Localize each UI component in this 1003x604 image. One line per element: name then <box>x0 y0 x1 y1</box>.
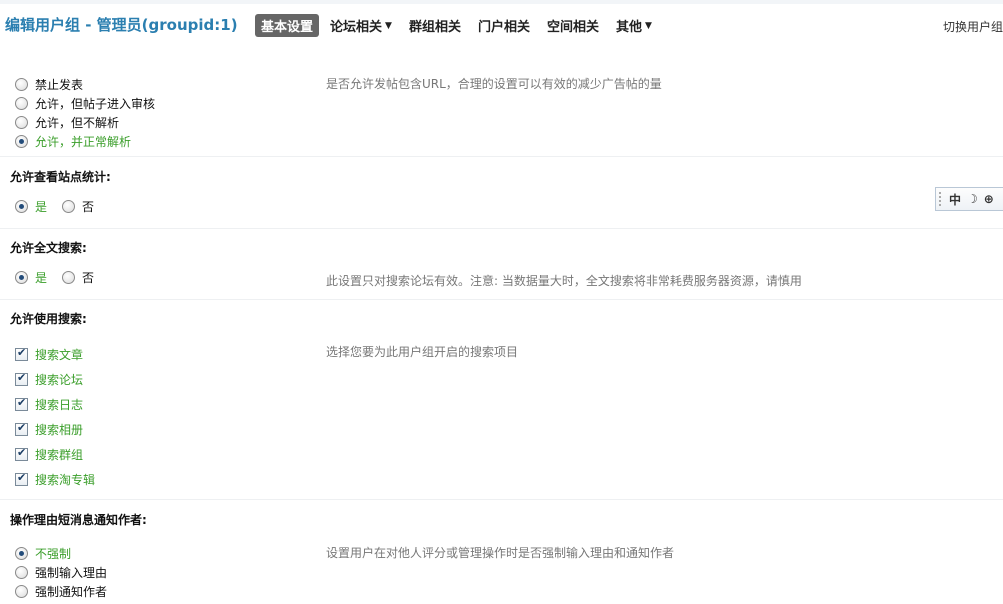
url-post-tip: 是否允许发帖包含URL，合理的设置可以有效的减少广告帖的量 <box>326 77 662 91</box>
option-label: 否 <box>82 199 95 214</box>
option-label: 搜索相册 <box>35 422 84 437</box>
option-label: 搜索群组 <box>35 447 84 462</box>
search-collection-checkbox[interactable]: 搜索淘专辑 <box>15 471 95 487</box>
tab-space[interactable]: 空间相关 <box>541 14 605 37</box>
notify-author-title: 操作理由短消息通知作者: <box>10 513 147 527</box>
radio-option[interactable]: 允许，但帖子进入审核 <box>15 95 155 111</box>
page-title: 编辑用户组 - 管理员(groupid:1) <box>5 16 238 34</box>
search-group-checkbox[interactable]: 搜索群组 <box>15 446 83 462</box>
search-forum-checkbox[interactable]: 搜索论坛 <box>15 371 83 387</box>
fulltext-search-tip: 此设置只对搜索论坛有效。注意: 当数据量大时，全文搜索将非常耗费服务器资源，请慎… <box>326 274 802 288</box>
radio-option[interactable]: 允许，并正常解析 <box>15 133 131 149</box>
search-tip: 选择您要为此用户组开启的搜索项目 <box>326 345 519 359</box>
tab-portal[interactable]: 门户相关 <box>472 14 536 37</box>
checkbox[interactable] <box>15 446 28 461</box>
checkbox[interactable] <box>15 471 28 486</box>
tab-nav: 基本设置 论坛相关 ▼ 群组相关 门户相关 空间相关 其他 ▼ <box>255 14 663 37</box>
option-label: 强制输入理由 <box>35 565 108 580</box>
fulltext-search-no[interactable]: 否 <box>62 269 94 285</box>
tab-label: 其他 <box>616 20 643 35</box>
option-label: 否 <box>82 270 95 285</box>
punctuation-icon[interactable]: ⊕ <box>984 192 994 206</box>
search-title: 允许使用搜索: <box>10 312 87 326</box>
radio-button[interactable] <box>15 546 28 560</box>
notify-option[interactable]: 强制通知作者 <box>15 583 107 599</box>
checkbox[interactable] <box>15 371 28 386</box>
tab-label: 群组相关 <box>408 20 461 35</box>
option-label: 允许，并正常解析 <box>35 134 132 149</box>
ime-mode-icon[interactable]: 中 <box>949 191 961 208</box>
option-label: 搜索文章 <box>35 347 84 362</box>
checkbox[interactable] <box>15 396 28 411</box>
top-header: 编辑用户组 - 管理员(groupid:1) 基本设置 论坛相关 ▼ 群组相关 门… <box>0 0 1003 50</box>
fulltext-search-title: 允许全文搜索: <box>10 241 87 255</box>
view-stats-title: 允许查看站点统计: <box>10 170 111 184</box>
chevron-down-icon: ▼ <box>385 20 392 31</box>
radio-button[interactable] <box>62 199 75 213</box>
option-label: 禁止发表 <box>35 77 84 92</box>
search-album-checkbox[interactable]: 搜索相册 <box>15 421 83 437</box>
switch-group-link[interactable]: 切换用户组 <box>943 18 1003 35</box>
tab-label: 空间相关 <box>546 20 599 35</box>
checkbox[interactable] <box>15 421 28 436</box>
tab-label: 门户相关 <box>477 20 530 35</box>
search-article-checkbox[interactable]: 搜索文章 <box>15 346 83 362</box>
option-label: 搜索日志 <box>35 397 84 412</box>
tab-label: 基本设置 <box>261 20 314 35</box>
divider <box>0 228 1003 229</box>
radio-button[interactable] <box>62 270 75 284</box>
option-label: 强制通知作者 <box>35 584 108 599</box>
view-stats-no[interactable]: 否 <box>62 198 94 214</box>
radio-option[interactable]: 禁止发表 <box>15 76 83 92</box>
checkbox[interactable] <box>15 346 28 361</box>
view-stats-yes[interactable]: 是 <box>15 198 47 214</box>
option-label: 允许，但帖子进入审核 <box>35 96 156 111</box>
option-label: 允许，但不解析 <box>35 115 120 130</box>
radio-button[interactable] <box>15 115 28 129</box>
top-border <box>0 0 1003 4</box>
tab-label: 论坛相关 <box>330 20 383 35</box>
radio-option[interactable]: 允许，但不解析 <box>15 114 119 130</box>
radio-button[interactable] <box>15 270 28 284</box>
divider <box>0 156 1003 157</box>
ime-toolbar[interactable]: 中 ☽ ⊕ <box>935 187 1003 211</box>
drag-handle-icon[interactable] <box>939 192 943 206</box>
search-blog-checkbox[interactable]: 搜索日志 <box>15 396 83 412</box>
option-label: 不强制 <box>35 546 72 561</box>
radio-button[interactable] <box>15 134 28 148</box>
radio-button[interactable] <box>15 96 28 110</box>
tab-basic-settings[interactable]: 基本设置 <box>255 14 320 37</box>
fulltext-search-yes[interactable]: 是 <box>15 269 47 285</box>
notify-option[interactable]: 强制输入理由 <box>15 564 107 580</box>
option-label: 搜索论坛 <box>35 372 84 387</box>
tab-forum[interactable]: 论坛相关 ▼ <box>324 14 398 37</box>
half-width-icon[interactable]: ☽ <box>967 192 978 206</box>
radio-button[interactable] <box>15 584 28 598</box>
radio-button[interactable] <box>15 77 28 91</box>
notify-option[interactable]: 不强制 <box>15 545 71 561</box>
notify-author-tip: 设置用户在对他人评分或管理操作时是否强制输入理由和通知作者 <box>326 546 675 560</box>
option-label: 是 <box>35 270 48 285</box>
tab-other[interactable]: 其他 ▼ <box>610 14 658 37</box>
radio-button[interactable] <box>15 565 28 579</box>
chevron-down-icon: ▼ <box>645 20 652 31</box>
radio-button[interactable] <box>15 199 28 213</box>
option-label: 是 <box>35 199 48 214</box>
option-label: 搜索淘专辑 <box>35 472 96 487</box>
divider <box>0 299 1003 300</box>
tab-group[interactable]: 群组相关 <box>403 14 467 37</box>
divider <box>0 499 1003 500</box>
